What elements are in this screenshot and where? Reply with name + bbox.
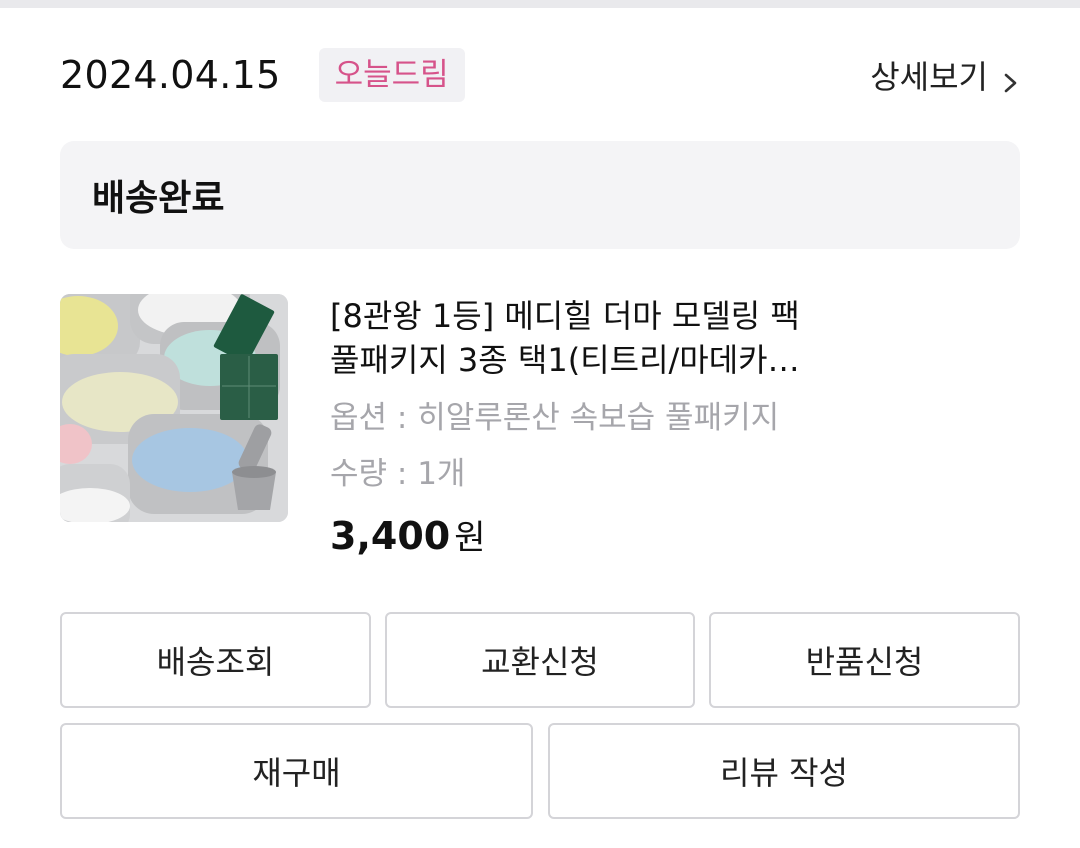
product-title-line1[interactable]: [8관왕 1등] 메디힐 더마 모델링 팩 — [330, 294, 1020, 338]
delivery-status: 배송완료 — [92, 178, 225, 219]
view-details-link[interactable]: 상세보기 — [870, 52, 1020, 98]
write-review-button[interactable]: 리뷰 작성 — [548, 723, 1020, 819]
top-divider-bar — [0, 0, 1080, 8]
product-title-line2[interactable]: 풀패키지 3종 택1(티트리/마데카… — [330, 338, 1020, 382]
track-delivery-button[interactable]: 배송조회 — [60, 612, 371, 708]
view-details-label: 상세보기 — [870, 58, 988, 96]
chevron-right-icon — [1002, 64, 1020, 93]
return-request-button[interactable]: 반품신청 — [709, 612, 1020, 708]
order-date: 2024.04.15 — [60, 53, 281, 97]
rebuy-button[interactable]: 재구매 — [60, 723, 533, 819]
product-option: 옵션 : 히알루론산 속보습 풀패키지 — [330, 400, 780, 436]
delivery-type-badge: 오늘드림 — [318, 48, 465, 102]
product-quantity: 수량 : 1개 — [330, 456, 466, 492]
delivery-status-box: 배송완료 — [60, 141, 1020, 249]
product-price: 3,400 — [330, 514, 451, 558]
currency-unit: 원 — [454, 518, 486, 558]
exchange-request-button[interactable]: 교환신청 — [385, 612, 695, 708]
product-info: [8관왕 1등] 메디힐 더마 모델링 팩 풀패키지 3종 택1(티트리/마데카… — [330, 294, 1020, 559]
order-header: 2024.04.15 오늘드림 상세보기 — [60, 46, 1020, 104]
product-thumbnail[interactable] — [60, 294, 288, 522]
product-item[interactable]: [8관왕 1등] 메디힐 더마 모델링 팩 풀패키지 3종 택1(티트리/마데카… — [60, 294, 1020, 574]
price-row: 3,400 원 — [330, 510, 1020, 559]
